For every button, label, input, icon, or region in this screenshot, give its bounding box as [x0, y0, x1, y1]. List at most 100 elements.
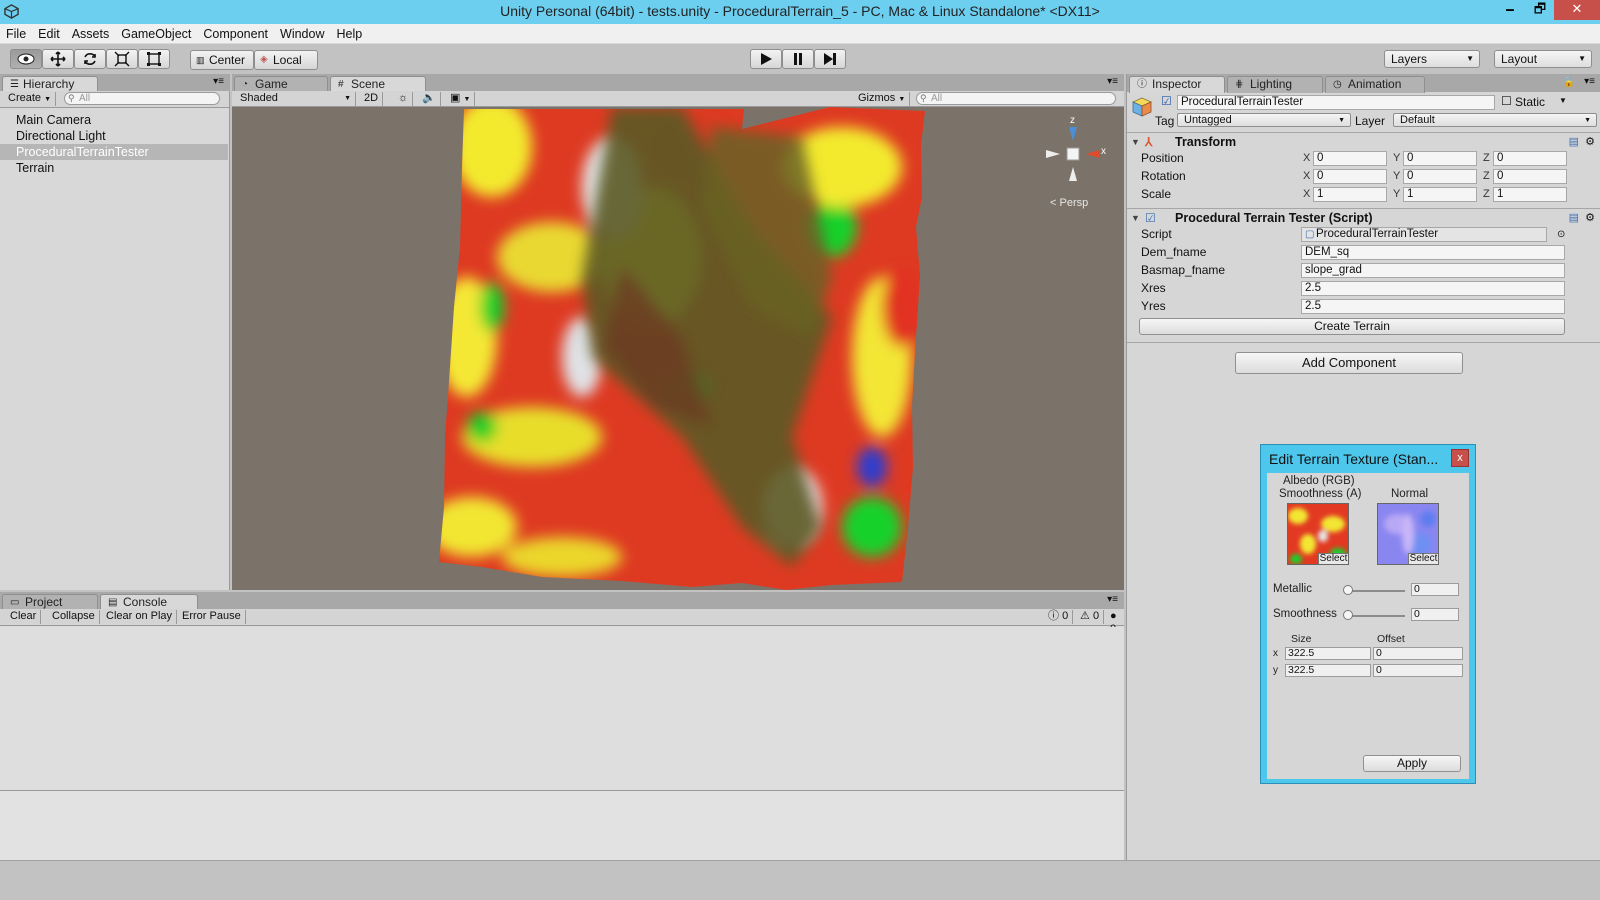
basmap-fname-field[interactable]: slope_grad [1301, 263, 1565, 278]
hierarchy-item-directional-light[interactable]: Directional Light [0, 128, 228, 144]
effects-dropdown[interactable]: ▣ ▼ [446, 92, 476, 106]
xres-field[interactable]: 2.5 [1301, 281, 1565, 296]
tag-dropdown[interactable]: Untagged ▼ [1177, 113, 1351, 127]
object-name-field[interactable]: ProceduralTerrainTester [1177, 95, 1495, 110]
error-pause-button[interactable]: Error Pause [178, 610, 246, 624]
tab-lighting[interactable]: ⋕ Lighting [1227, 76, 1323, 93]
step-button[interactable] [814, 49, 846, 69]
offset-x-field[interactable]: 0 [1373, 647, 1463, 660]
create-dropdown[interactable]: Create ▼ [4, 92, 57, 106]
position-x-field[interactable]: 0 [1313, 151, 1387, 166]
object-picker-icon[interactable]: ⊙ [1557, 226, 1565, 243]
menu-assets[interactable]: Assets [66, 24, 116, 42]
play-button[interactable] [750, 49, 782, 69]
persp-label[interactable]: < Persp [1050, 197, 1088, 209]
clear-on-play-button[interactable]: Clear on Play [102, 610, 178, 624]
maximize-button[interactable]: 🗗 [1526, 0, 1554, 20]
hierarchy-item-terrain[interactable]: Terrain [0, 160, 228, 176]
add-component-button[interactable]: Add Component [1235, 352, 1463, 374]
smoothness-slider-knob[interactable] [1343, 610, 1353, 620]
rotation-x-field[interactable]: 0 [1313, 169, 1387, 184]
error-toggle[interactable]: ● 0 [1106, 610, 1124, 635]
albedo-texture-slot[interactable]: Select [1287, 503, 1349, 565]
pivot-local-button[interactable]: ◈ Local [254, 50, 318, 70]
transform-header[interactable]: ▼ ⅄ Transform ▤ ⚙ [1127, 132, 1600, 150]
tab-inspector[interactable]: ⓘ Inspector [1129, 76, 1225, 93]
layer-dropdown[interactable]: Default ▼ [1393, 113, 1597, 127]
normal-select-button[interactable]: Select [1408, 553, 1438, 564]
lighting-toggle[interactable]: ☼ [394, 92, 414, 106]
metallic-slider-knob[interactable] [1343, 585, 1353, 595]
gear-icon[interactable]: ⚙ [1585, 133, 1595, 151]
hierarchy-search[interactable]: ⚲ All [64, 92, 220, 105]
size-y-field[interactable]: 322.5 [1285, 664, 1371, 677]
scale-tool-button[interactable] [106, 49, 138, 69]
warning-toggle[interactable]: ⚠ 0 [1076, 610, 1105, 624]
pause-button[interactable] [782, 49, 814, 69]
menu-file[interactable]: File [0, 24, 32, 42]
scale-x-field[interactable]: 1 [1313, 187, 1387, 202]
smoothness-field[interactable]: 0 [1411, 608, 1459, 621]
menu-component[interactable]: Component [197, 24, 274, 42]
scale-y-field[interactable]: 1 [1403, 187, 1477, 202]
shading-dropdown[interactable]: Shaded ▼ [236, 92, 356, 106]
albedo-select-button[interactable]: Select [1318, 553, 1348, 564]
collapse-button[interactable]: Collapse [48, 610, 100, 624]
tab-animation[interactable]: ◷ Animation [1325, 76, 1425, 93]
active-checkbox[interactable]: ☑ [1161, 94, 1172, 108]
apply-button[interactable]: Apply [1363, 755, 1461, 772]
close-button[interactable]: ✕ [1554, 0, 1600, 20]
info-toggle[interactable]: ⓘ 0 [1044, 610, 1074, 624]
menu-help[interactable]: Help [330, 24, 368, 42]
help-book-icon[interactable]: ▤ [1569, 133, 1579, 151]
dialog-close-button[interactable]: x [1451, 449, 1469, 467]
smoothness-label: Smoothness [1273, 608, 1337, 620]
gizmos-dropdown[interactable]: Gizmos ▼ [854, 92, 911, 106]
position-z-field[interactable]: 0 [1493, 151, 1567, 166]
layers-dropdown[interactable]: Layers ▼ [1384, 50, 1480, 68]
metallic-field[interactable]: 0 [1411, 583, 1459, 596]
help-book-icon[interactable]: ▤ [1569, 209, 1579, 227]
menu-edit[interactable]: Edit [32, 24, 66, 42]
view-tool-button[interactable] [10, 49, 42, 69]
orientation-gizmo[interactable]: z x [1040, 115, 1106, 187]
layout-dropdown[interactable]: Layout ▼ [1494, 50, 1592, 68]
audio-toggle[interactable]: 🔈 [418, 92, 441, 106]
scale-z-field[interactable]: 1 [1493, 187, 1567, 202]
2d-toggle[interactable]: 2D [360, 92, 384, 106]
panel-menu-icon[interactable]: ▾≡ [1107, 594, 1118, 605]
static-checkbox[interactable]: ☐ [1501, 94, 1512, 108]
script-field[interactable]: ▢ ProceduralTerrainTester [1301, 227, 1547, 242]
menu-gameobject[interactable]: GameObject [115, 24, 197, 42]
script-component-header[interactable]: ▼ ☑ Procedural Terrain Tester (Script) ▤… [1127, 208, 1600, 226]
lock-icon[interactable]: 🔒 [1563, 77, 1575, 88]
scene-viewport[interactable]: z x < Persp [232, 107, 1124, 590]
static-dropdown-icon[interactable]: ▼ [1559, 96, 1567, 105]
minimize-button[interactable]: 🗕 [1496, 0, 1524, 20]
menu-window[interactable]: Window [274, 24, 330, 42]
smoothness-slider-track[interactable] [1347, 615, 1405, 617]
normal-texture-slot[interactable]: Select [1377, 503, 1439, 565]
rotation-y-field[interactable]: 0 [1403, 169, 1477, 184]
console-log-area[interactable] [0, 627, 1124, 790]
rect-tool-button[interactable] [138, 49, 170, 69]
hierarchy-item-main-camera[interactable]: Main Camera [0, 112, 228, 128]
metallic-slider-track[interactable] [1347, 590, 1405, 592]
position-y-field[interactable]: 0 [1403, 151, 1477, 166]
panel-menu-icon[interactable]: ▾≡ [1107, 76, 1118, 87]
scene-search[interactable]: ⚲ All [916, 92, 1116, 105]
hierarchy-item-procedural-terrain-tester[interactable]: ProceduralTerrainTester [0, 144, 228, 160]
rotation-z-field[interactable]: 0 [1493, 169, 1567, 184]
pivot-center-button[interactable]: ▥ Center [190, 50, 254, 70]
yres-field[interactable]: 2.5 [1301, 299, 1565, 314]
dem-fname-field[interactable]: DEM_sq [1301, 245, 1565, 260]
panel-menu-icon[interactable]: ▾≡ [1584, 76, 1595, 87]
gear-icon[interactable]: ⚙ [1585, 209, 1595, 227]
move-tool-button[interactable] [42, 49, 74, 69]
rotate-tool-button[interactable] [74, 49, 106, 69]
size-x-field[interactable]: 322.5 [1285, 647, 1371, 660]
clear-button[interactable]: Clear [6, 610, 42, 624]
create-terrain-button[interactable]: Create Terrain [1139, 318, 1565, 335]
offset-y-field[interactable]: 0 [1373, 664, 1463, 677]
panel-menu-icon[interactable]: ▾≡ [213, 76, 224, 87]
